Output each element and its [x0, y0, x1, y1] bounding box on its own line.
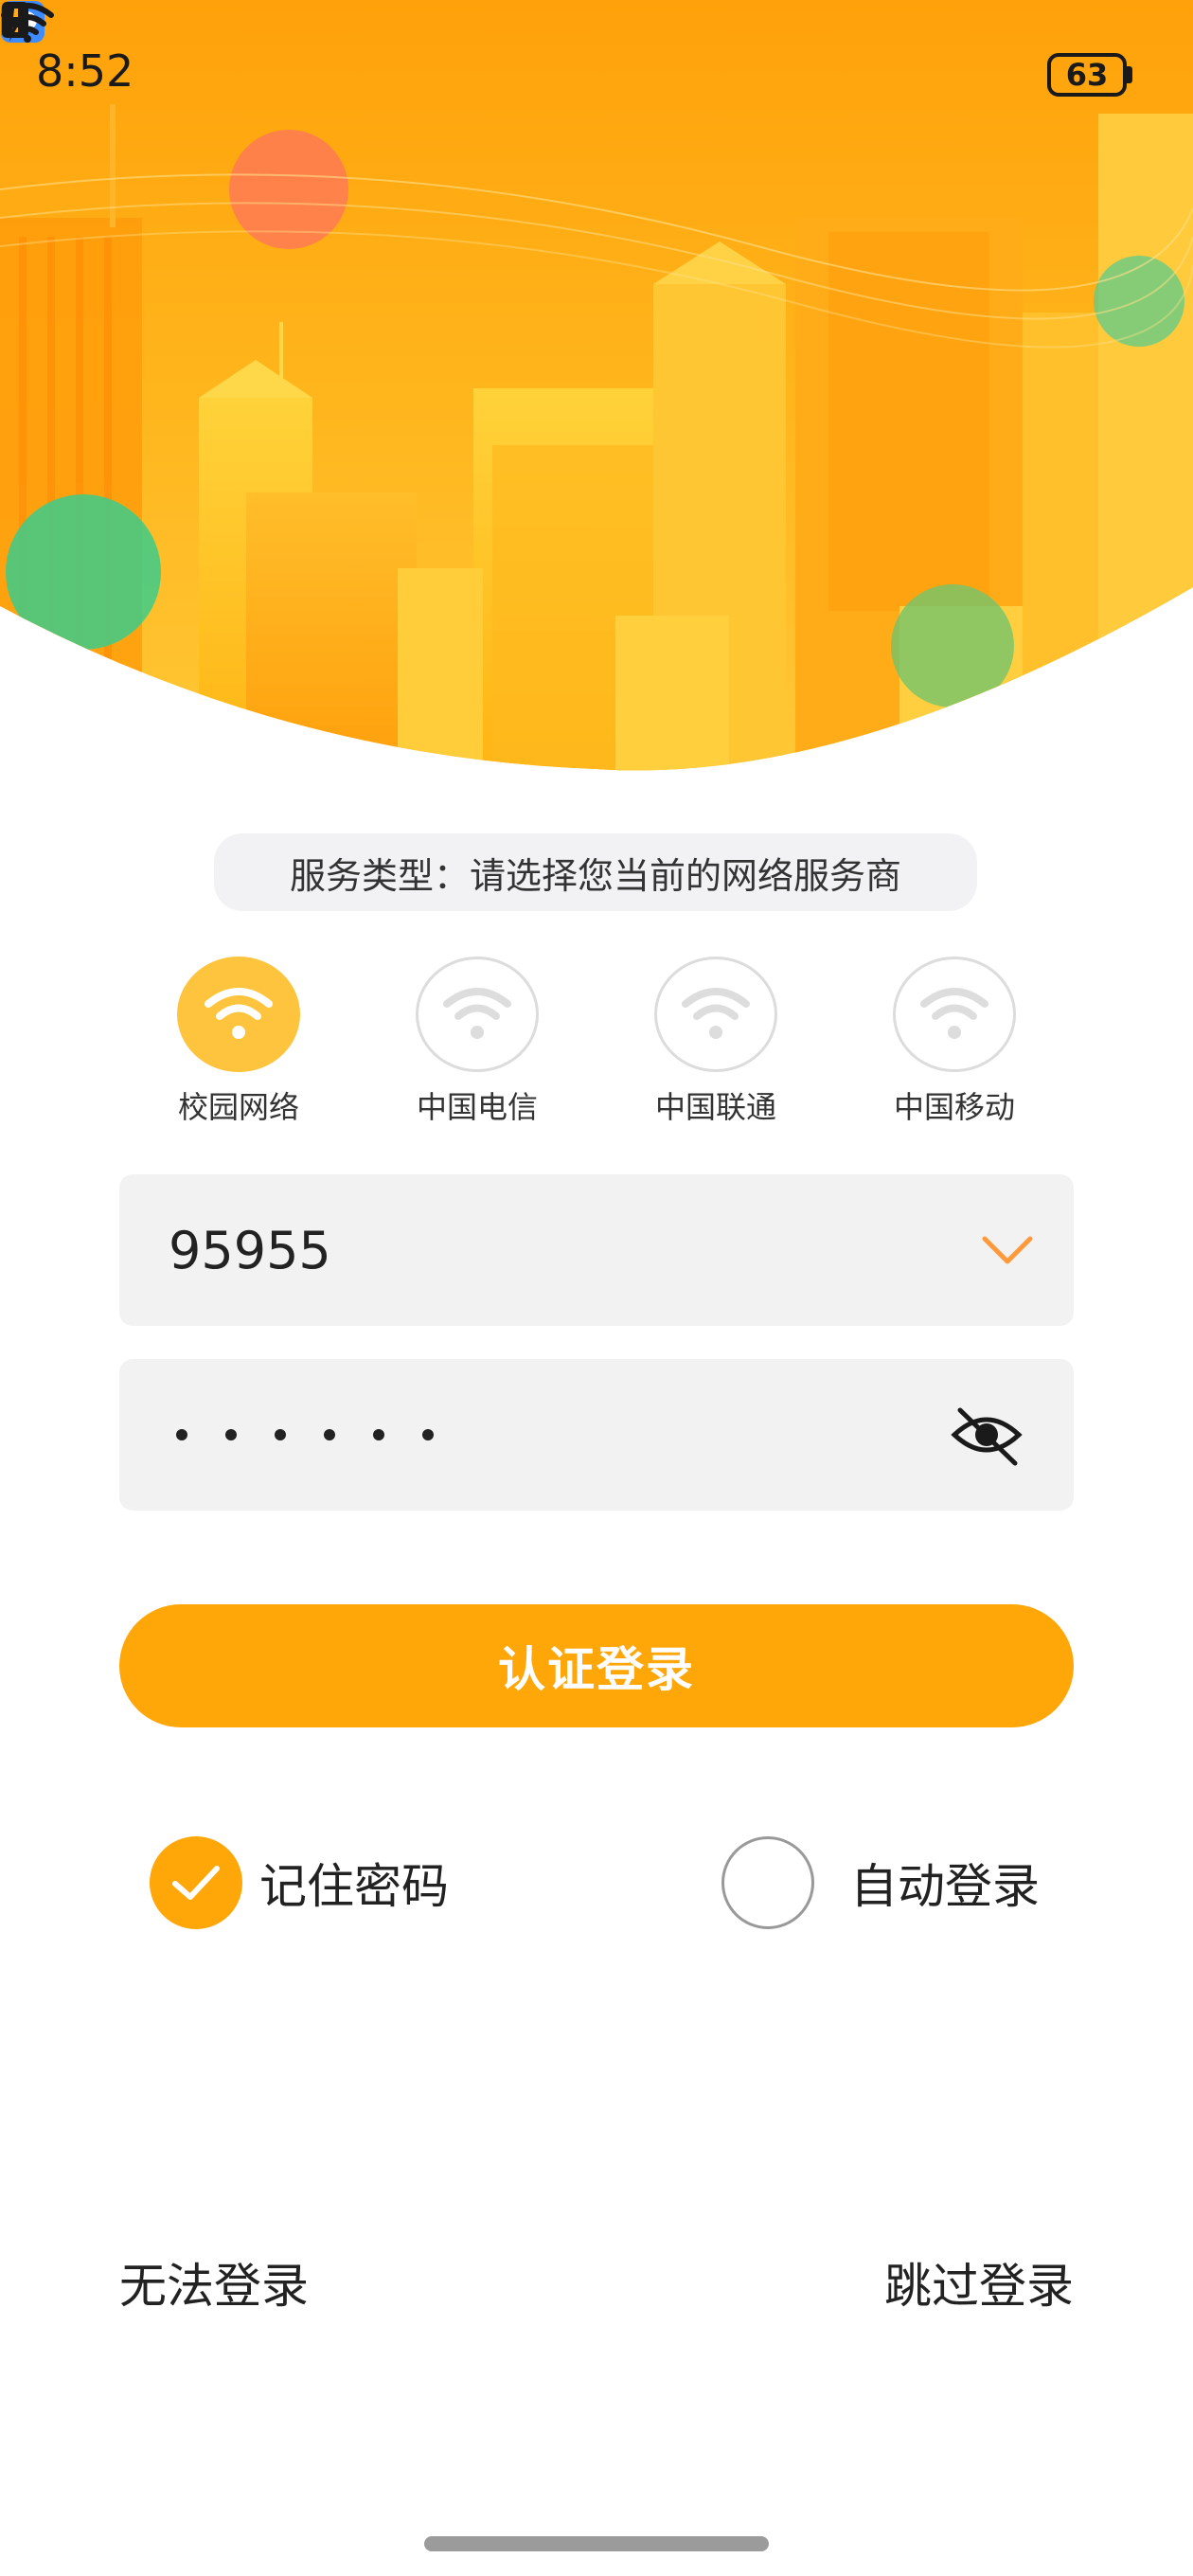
check-icon	[172, 1866, 220, 1900]
provider-campus-network[interactable]: 校园网络	[144, 957, 333, 1127]
provider-label: 中国电信	[416, 1089, 538, 1125]
wifi-icon	[177, 957, 300, 1072]
wifi-icon	[893, 957, 1016, 1072]
cannot-login-link[interactable]: 无法登录	[119, 2248, 309, 2317]
service-type-hint: 服务类型：请选择您当前的网络服务商	[214, 833, 977, 911]
auto-login-checkbox[interactable]	[721, 1836, 814, 1929]
password-dot	[275, 1429, 286, 1440]
home-indicator[interactable]	[424, 2536, 769, 2551]
status-bar: 8:52 63	[0, 0, 1193, 152]
charging-icon	[4, 2, 23, 42]
eye-hidden-icon[interactable]	[949, 1397, 1024, 1473]
wifi-icon	[654, 957, 777, 1072]
wifi-icon	[416, 957, 539, 1072]
provider-label: 校园网络	[177, 1089, 299, 1125]
remember-password-checkbox[interactable]	[150, 1836, 242, 1929]
account-input[interactable]	[169, 1174, 926, 1326]
password-input[interactable]	[176, 1359, 472, 1511]
password-dot	[176, 1429, 187, 1440]
password-field[interactable]	[119, 1359, 1074, 1511]
battery-icon: 63	[1047, 53, 1127, 97]
password-dot	[324, 1429, 335, 1440]
provider-label: 中国移动	[893, 1089, 1015, 1125]
account-field[interactable]	[119, 1174, 1074, 1326]
provider-china-unicom[interactable]: 中国联通	[621, 957, 810, 1127]
hero-banner: 8:52 63	[0, 0, 1193, 777]
skip-login-link[interactable]: 跳过登录	[884, 2248, 1074, 2317]
provider-selector: 校园网络 中国电信 中国联通 中国移动	[0, 957, 1193, 1127]
provider-china-mobile[interactable]: 中国移动	[860, 957, 1049, 1127]
chevron-down-icon[interactable]	[979, 1225, 1036, 1275]
password-dot	[422, 1429, 434, 1440]
auto-login-label: 自动登录	[850, 1859, 1040, 1914]
login-button[interactable]: 认证登录	[119, 1604, 1074, 1727]
password-dot	[373, 1429, 384, 1440]
provider-china-telecom[interactable]: 中国电信	[383, 957, 572, 1127]
password-dot	[225, 1429, 237, 1440]
battery-nub	[1127, 66, 1132, 83]
status-time: 8:52	[36, 45, 134, 97]
remember-password-label: 记住密码	[259, 1859, 449, 1914]
auto-login-option[interactable]: 自动登录	[721, 1835, 1040, 1930]
remember-password-option[interactable]: 记住密码	[150, 1835, 449, 1930]
provider-label: 中国联通	[654, 1089, 776, 1125]
